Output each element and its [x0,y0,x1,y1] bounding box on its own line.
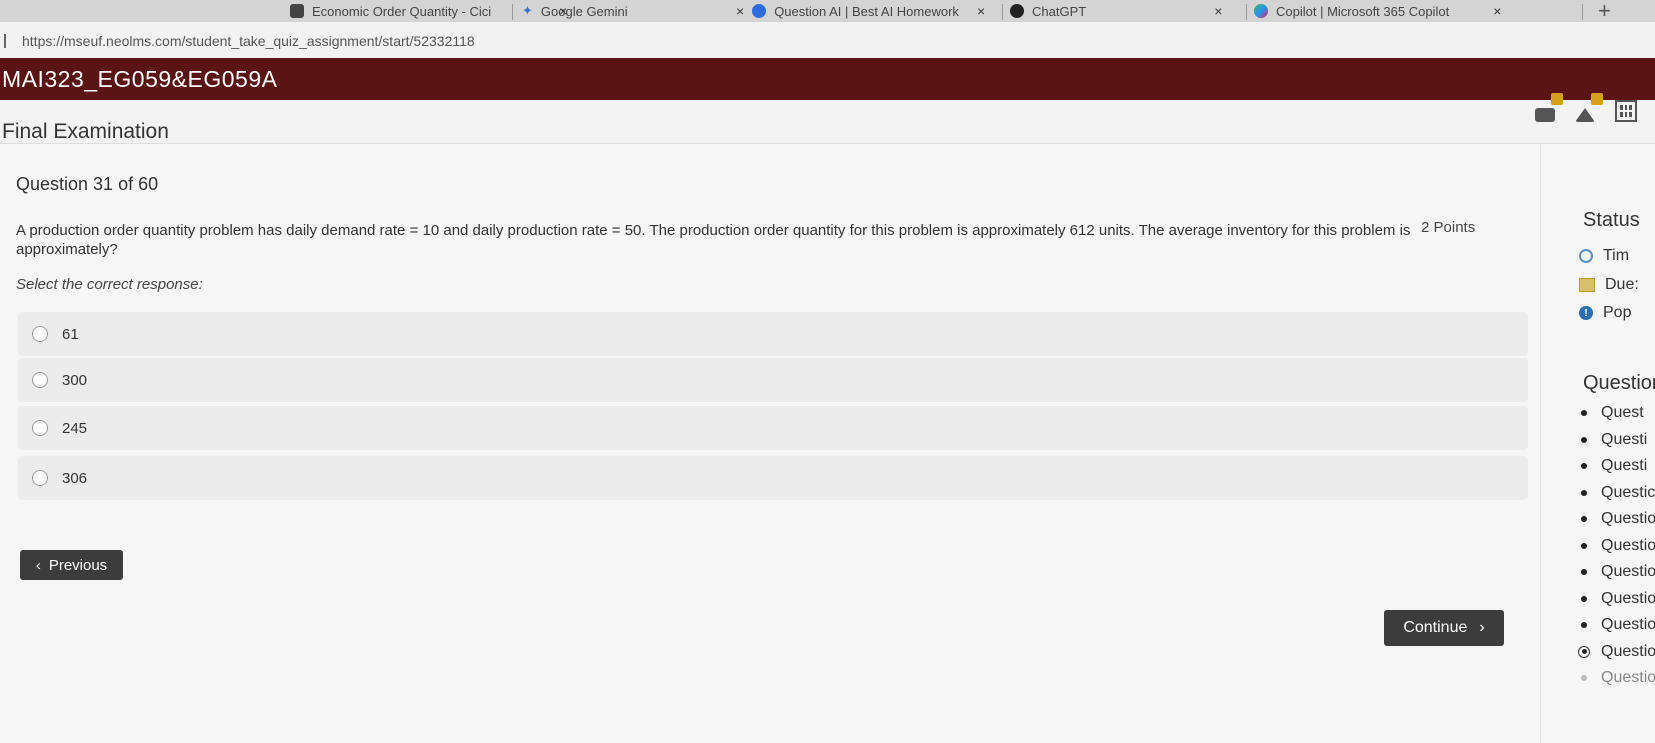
question-ai-icon [752,4,767,18]
tab-label: Google Gemini [540,3,628,19]
question-text: A production order quantity problem has … [16,222,1411,258]
tab-label: ChatGPT [1032,3,1087,19]
tab-chatgpt[interactable]: ChatGPT × [1010,0,1222,22]
unanswered-dot-icon [1581,675,1587,682]
answered-dot-icon [1581,569,1587,576]
answer-option[interactable]: 245 [18,406,1528,450]
tab-close-icon[interactable]: × [977,3,985,19]
question-list: Quest Questi Questi Questic Questio Ques… [1578,400,1655,692]
clock-icon [1579,249,1593,263]
page-title: Final Examination [2,120,169,143]
answered-dot-icon [1581,516,1587,523]
status-heading: Status [1583,209,1640,231]
answer-label: 61 [62,325,79,343]
tab-label: Economic Order Quantity - Cici [312,3,492,19]
answered-dot-icon [1581,542,1587,549]
answer-label: 245 [62,419,88,437]
answered-dot-icon [1581,489,1587,496]
radio-button[interactable] [32,326,48,342]
radio-button[interactable] [32,420,48,436]
answered-dot-icon [1581,622,1587,629]
radio-button[interactable] [32,470,48,486]
list-item[interactable]: Questi [1581,453,1655,480]
answered-dot-icon [1581,463,1587,470]
chevron-right-icon: › [1479,619,1485,636]
answer-option[interactable]: 300 [18,358,1528,402]
due-label: Due: [1605,276,1639,293]
browser-tab-strip: Economic Order Quantity - Cici × ✦ Googl… [0,0,1655,22]
due-row: Due: [1579,276,1639,294]
question-number: Question 31 of 60 [16,174,159,194]
radio-button[interactable] [32,372,48,388]
continue-button[interactable]: Continue › [1384,610,1504,646]
tab-close-icon[interactable]: × [1493,3,1501,19]
list-item[interactable]: Question [1581,586,1655,613]
site-info-icon[interactable] [4,34,14,48]
answer-option[interactable]: 306 [18,456,1528,500]
tab-separator [1002,4,1003,20]
answer-label: 300 [62,371,88,389]
url-text: https://mseuf.neolms.com/student_take_qu… [22,33,475,49]
current-question-icon [1578,645,1590,658]
answer-option[interactable]: 61 [18,312,1528,356]
answered-dot-icon [1581,436,1587,443]
course-header: MAI323_EG059&EG059A [0,58,1655,100]
header-tools [1535,93,1637,122]
tab-question-ai[interactable]: × Question AI | Best AI Homework × [736,0,985,22]
list-item[interactable]: Questic [1581,480,1655,507]
continue-label: Continue [1403,619,1468,636]
previous-label: Previous [48,556,108,574]
list-item[interactable]: Questio [1581,506,1655,533]
tab-separator [1582,4,1583,20]
new-tab-button[interactable]: + [1598,0,1611,22]
tab-separator [1246,4,1247,20]
tab-label: Copilot | Microsoft 365 Copilot [1276,3,1450,19]
quiz-content: Question 31 of 60 2 Points A production … [0,144,1540,743]
alerts-icon[interactable] [1575,93,1603,122]
tab-copilot[interactable]: Copilot | Microsoft 365 Copilot × [1254,0,1501,22]
tab-label: Question AI | Best AI Homework [774,3,959,19]
tab-google-gemini[interactable]: ✦ Google Gemini [522,0,628,22]
calendar-icon [1579,278,1595,292]
doc-icon [290,4,304,18]
tab-close-icon[interactable]: × [736,3,744,19]
list-item[interactable]: Questio [1581,533,1655,560]
address-bar[interactable]: https://mseuf.neolms.com/student_take_qu… [0,22,1655,60]
list-item[interactable]: Question 3 [1581,665,1655,692]
list-item[interactable]: Questi [1581,427,1655,454]
list-item-current[interactable]: Question [1578,639,1655,666]
list-item[interactable]: Question [1581,559,1655,586]
info-icon: ! [1579,306,1593,320]
tab-separator [512,4,513,20]
previous-button[interactable]: ‹ Previous [20,550,123,580]
answered-dot-icon [1581,595,1587,602]
answered-dot-icon [1581,410,1587,417]
time-label: Tim [1603,247,1630,264]
chevron-left-icon: ‹ [35,556,41,574]
list-item[interactable]: Quest [1581,400,1655,427]
list-item[interactable]: Question [1581,612,1655,639]
tab-close-icon[interactable]: × [1214,3,1222,19]
time-row: Tim [1579,247,1629,265]
pop-row: ! Pop [1579,304,1631,322]
chatgpt-icon [1010,4,1024,18]
pop-label: Pop [1603,304,1632,321]
gemini-sparkle-icon: ✦ [522,3,533,18]
course-title: MAI323_EG059&EG059A [2,65,278,92]
questions-heading: Question [1583,372,1655,394]
calculator-icon[interactable] [1615,100,1637,122]
notifications-icon[interactable] [1535,93,1563,122]
copilot-icon [1254,4,1268,18]
answer-label: 306 [62,469,88,487]
page-header: Final Examination [0,100,1655,144]
response-prompt: Select the correct response: [16,276,203,293]
status-panel: Status Tim Due: ! Pop Question Quest Que… [1540,144,1655,743]
